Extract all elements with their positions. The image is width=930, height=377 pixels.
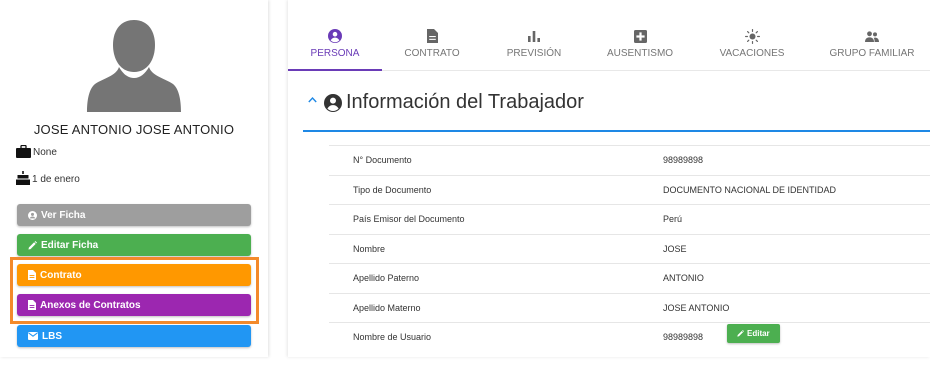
company-text: None bbox=[33, 147, 57, 158]
account-circle-icon bbox=[324, 93, 342, 112]
field-value: Perú bbox=[663, 214, 683, 224]
mail-icon bbox=[28, 332, 38, 340]
bar-chart-icon bbox=[528, 30, 540, 42]
cake-icon bbox=[16, 171, 30, 185]
field-value: 98989898 bbox=[663, 155, 704, 165]
tab-label: AUSENTISMO bbox=[606, 48, 674, 59]
field-label: País Emisor del Documento bbox=[353, 214, 465, 224]
table-row: Apellido Materno JOSE ANTONIO bbox=[329, 292, 930, 323]
section-title: Información del Trabajador bbox=[324, 91, 584, 114]
table-row: Nombre de Usuario 98989898 Editar bbox=[329, 322, 930, 352]
field-label: Apellido Paterno bbox=[353, 273, 420, 283]
tab-label: CONTRATO bbox=[404, 48, 460, 59]
tab-ausentismo[interactable]: AUSENTISMO bbox=[600, 28, 680, 59]
birthday-text: 1 de enero bbox=[32, 174, 80, 185]
table-row: N° Documento 98989898 bbox=[329, 145, 930, 175]
family-icon bbox=[865, 30, 879, 42]
lbs-label: LBS bbox=[42, 330, 62, 342]
table-row: Tipo de Documento DOCUMENTO NACIONAL DE … bbox=[329, 174, 930, 205]
editar-label: Editar bbox=[747, 329, 770, 338]
tab-label: PERSONA bbox=[310, 48, 360, 59]
field-value: 98989898 bbox=[663, 332, 704, 342]
editar-username-button[interactable]: Editar bbox=[727, 324, 780, 343]
table-row: País Emisor del Documento Perú bbox=[329, 204, 930, 234]
table-row: Nombre JOSE bbox=[329, 233, 930, 264]
pencil-icon bbox=[737, 330, 744, 337]
tab-label: PREVISIÓN bbox=[506, 48, 562, 59]
field-value: ANTONIO bbox=[663, 273, 704, 283]
field-label: Apellido Materno bbox=[353, 302, 421, 313]
medical-plus-icon bbox=[633, 29, 647, 43]
table-row: Apellido Paterno ANTONIO bbox=[329, 263, 930, 293]
tab-grupo-familiar[interactable]: GRUPO FAMILIAR bbox=[824, 28, 920, 59]
active-tab-indicator bbox=[288, 69, 382, 71]
document-icon bbox=[426, 29, 438, 43]
account-circle-icon bbox=[328, 29, 342, 43]
tabs-divider bbox=[382, 70, 930, 71]
detail-card: PERSONA CONTRATO PREVISIÓN AUSENTISMO VA… bbox=[288, 0, 930, 357]
field-label: N° Documento bbox=[353, 155, 412, 165]
tab-contrato[interactable]: CONTRATO bbox=[392, 28, 472, 59]
tab-label: VACACIONES bbox=[719, 48, 785, 59]
section-title-text: Información del Trabajador bbox=[346, 91, 584, 113]
chevron-up-icon[interactable] bbox=[308, 92, 317, 106]
editar-ficha-label: Editar Ficha bbox=[41, 239, 99, 251]
user-silhouette-icon bbox=[87, 20, 181, 112]
field-value: JOSE bbox=[663, 243, 687, 254]
pencil-icon bbox=[28, 240, 37, 250]
tab-prevision[interactable]: PREVISIÓN bbox=[494, 28, 574, 59]
ver-ficha-button[interactable]: Ver Ficha bbox=[17, 204, 251, 226]
field-value: DOCUMENTO NACIONAL DE IDENTIDAD bbox=[663, 184, 837, 195]
worker-info-table: N° Documento 98989898 Tipo de Documento … bbox=[329, 145, 930, 352]
field-label: Tipo de Documento bbox=[353, 184, 432, 195]
tab-vacaciones[interactable]: VACACIONES bbox=[710, 28, 794, 59]
editar-ficha-button[interactable]: Editar Ficha bbox=[17, 234, 251, 256]
ver-ficha-label: Ver Ficha bbox=[41, 209, 86, 221]
sun-icon bbox=[744, 28, 760, 44]
tab-label: GRUPO FAMILIAR bbox=[829, 48, 915, 59]
briefcase-icon bbox=[16, 145, 31, 158]
field-label: Nombre de Usuario bbox=[353, 332, 432, 342]
highlight-box bbox=[10, 257, 259, 324]
page: JOSE ANTONIO JOSE ANTONIO None 1 de ener… bbox=[0, 0, 930, 377]
profile-card: JOSE ANTONIO JOSE ANTONIO None 1 de ener… bbox=[0, 0, 268, 357]
tab-persona[interactable]: PERSONA bbox=[288, 28, 382, 59]
section-underline bbox=[303, 130, 930, 132]
company-row: None bbox=[16, 145, 57, 158]
field-value: JOSE ANTONIO bbox=[663, 302, 730, 313]
worker-name: JOSE ANTONIO JOSE ANTONIO bbox=[33, 122, 235, 137]
field-label: Nombre bbox=[353, 243, 386, 254]
birthday-row: 1 de enero bbox=[16, 171, 80, 185]
lbs-button[interactable]: LBS bbox=[17, 325, 251, 347]
tab-bar: PERSONA CONTRATO PREVISIÓN AUSENTISMO VA… bbox=[288, 0, 930, 71]
account-circle-icon bbox=[28, 210, 37, 220]
